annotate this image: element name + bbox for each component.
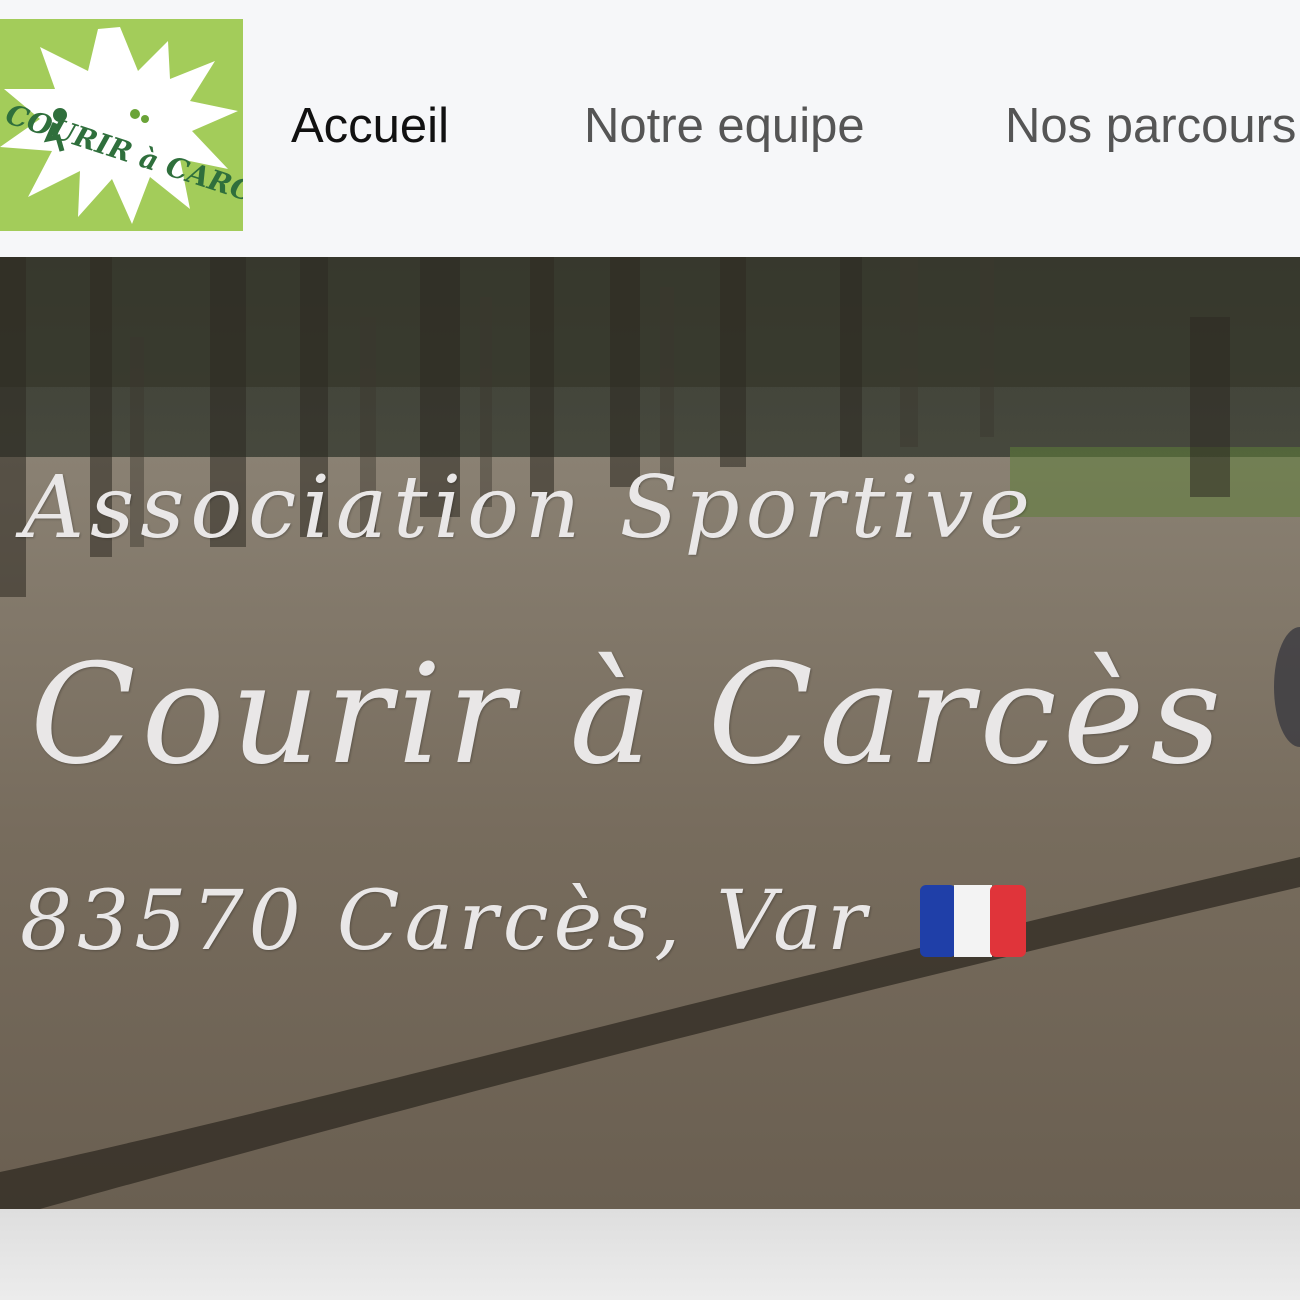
hero-banner: Association Sportive Courir à Carcès 835… — [0, 257, 1300, 1209]
hero-location-text: 83570 Carcès, Var — [20, 874, 872, 969]
page-section-divider — [0, 1209, 1300, 1300]
site-header: COURIR à CARCèS Accueil Notre equipe Nos… — [0, 0, 1300, 257]
nav-notre-equipe[interactable]: Notre equipe — [584, 96, 865, 156]
club-logo[interactable]: COURIR à CARCèS — [0, 19, 243, 231]
hero-subtitle: Association Sportive — [22, 458, 1037, 558]
hero-location: 83570 Carcès, Var — [20, 867, 1027, 977]
logo-starburst-icon: COURIR à CARCèS — [0, 19, 243, 231]
nav-accueil[interactable]: Accueil — [291, 96, 449, 156]
hero-title: Courir à Carcès — [30, 634, 1228, 795]
nav-nos-parcours[interactable]: Nos parcours — [1005, 96, 1296, 156]
france-flag-icon — [920, 884, 1027, 957]
